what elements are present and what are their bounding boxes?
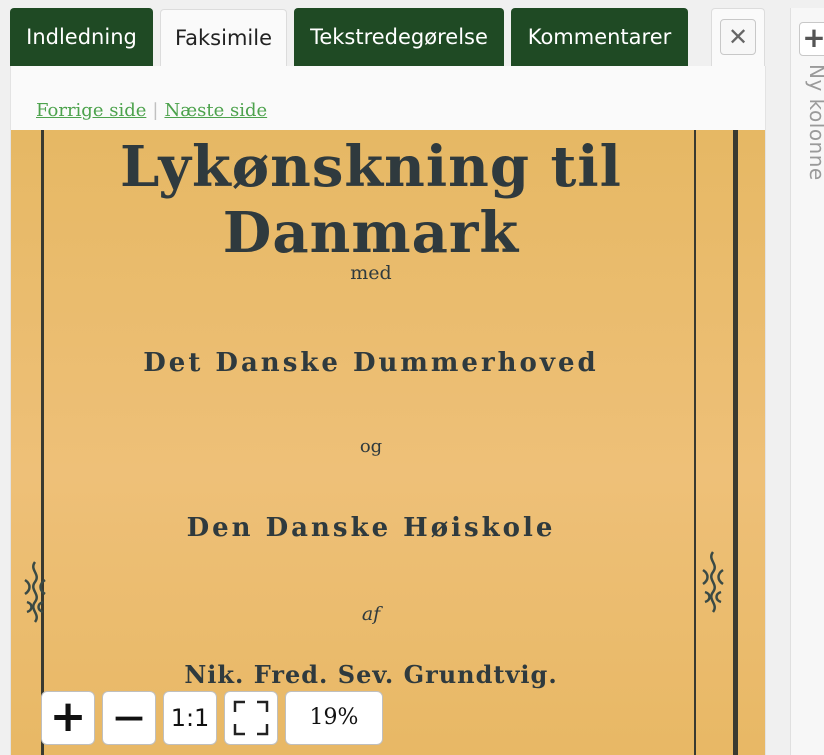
close-panel-area: ✕ <box>711 8 765 66</box>
new-column-label[interactable]: Ny kolonne <box>805 64 824 181</box>
tab-bar: Indledning Faksimile Tekstredegørelse Ko… <box>0 0 770 66</box>
tab-tekstredegorelse[interactable]: Tekstredegørelse <box>294 8 504 66</box>
zoom-level-display: 19% <box>285 691 383 745</box>
right-outer-rule <box>733 130 738 755</box>
tab-indledning[interactable]: Indledning <box>10 8 153 66</box>
facsimile-line-dummerhoved: Det Danske Dummerhoved <box>143 348 599 378</box>
actual-size-button[interactable]: 1:1 <box>163 691 217 745</box>
tab-kommentarer[interactable]: Kommentarer <box>511 8 688 66</box>
facsimile-viewer[interactable]: Lykønskning til Danmark med Det Danske D… <box>11 130 765 755</box>
ornament-left <box>24 561 46 623</box>
tab-faksimile[interactable]: Faksimile <box>160 9 287 66</box>
facsimile-line-hoiskole: Den Danske Høiskole <box>186 513 556 543</box>
facsimile-line-af: af <box>361 603 381 625</box>
fit-screen-button[interactable] <box>224 691 278 745</box>
facsimile-title: Lykønskning til Danmark <box>120 134 622 266</box>
facsimile-author: Nik. Fred. Sev. Grundtvig. <box>184 660 558 689</box>
facsimile-line-med: med <box>350 262 392 284</box>
ornament-right <box>702 551 724 613</box>
zoom-out-button[interactable]: — <box>102 691 156 745</box>
next-page-link[interactable]: Næste side <box>164 100 267 121</box>
plus-icon[interactable]: + <box>799 22 824 56</box>
close-icon[interactable]: ✕ <box>720 19 756 55</box>
facsimile-panel: Forrige side | Næste side Lykønskning til … <box>10 66 766 755</box>
facsimile-line-og: og <box>359 436 383 457</box>
new-column-panel[interactable]: + Ny kolonne <box>790 8 824 755</box>
pager-separator: | <box>152 100 159 121</box>
previous-page-link[interactable]: Forrige side <box>36 100 146 121</box>
page-navigation: Forrige side | Næste side <box>36 100 267 121</box>
fit-screen-icon <box>233 700 269 736</box>
facsimile-page-image: Lykønskning til Danmark med Det Danske D… <box>11 130 765 755</box>
zoom-in-button[interactable]: + <box>41 691 95 745</box>
